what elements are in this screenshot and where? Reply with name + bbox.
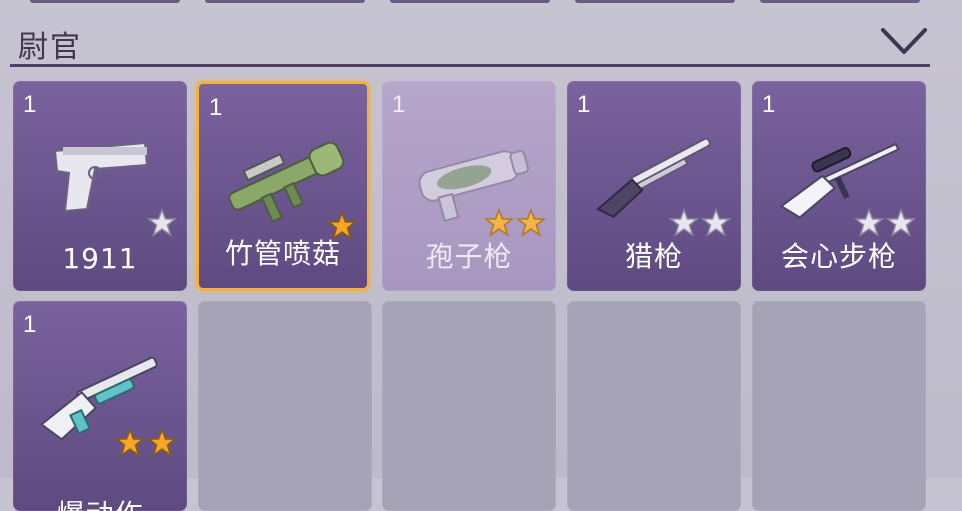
star-icon bbox=[147, 208, 177, 237]
star-icon bbox=[669, 208, 699, 237]
rarity-stars bbox=[484, 208, 546, 238]
empty-slot bbox=[382, 301, 556, 511]
star-icon bbox=[484, 208, 514, 237]
weapon-name: 会心步枪 bbox=[780, 240, 897, 273]
rarity-stars bbox=[115, 428, 177, 458]
rarity-stars bbox=[669, 208, 731, 238]
star-icon bbox=[886, 208, 916, 237]
rarity-stars bbox=[147, 208, 177, 238]
weapon-card-sniper-rifle[interactable]: 1 会心步枪 bbox=[752, 81, 926, 291]
rarity-stars bbox=[854, 208, 916, 238]
item-count: 1 bbox=[762, 91, 776, 118]
star-icon bbox=[115, 428, 145, 457]
section-title: 尉官 bbox=[18, 30, 82, 65]
weapon-card-hunting-shotgun[interactable]: 1 猎枪 bbox=[567, 81, 741, 291]
item-count: 1 bbox=[392, 91, 406, 118]
item-count: 1 bbox=[23, 311, 37, 338]
weapon-name: 爆动作 bbox=[13, 493, 187, 511]
empty-slot bbox=[567, 301, 741, 511]
item-count: 1 bbox=[577, 91, 591, 118]
weapon-card-bamboo-launcher[interactable]: 1 竹管喷菇 bbox=[196, 81, 370, 291]
star-icon bbox=[516, 208, 546, 237]
pistol-icon bbox=[53, 141, 149, 213]
star-icon bbox=[854, 208, 884, 237]
item-count: 1 bbox=[209, 94, 223, 121]
weapon-name: 1911 bbox=[62, 242, 138, 275]
weapon-card-spore-gun[interactable]: 1 孢子枪 bbox=[382, 81, 556, 291]
star-icon bbox=[701, 208, 731, 237]
section-header: 尉官 bbox=[10, 14, 930, 67]
top-tab-strip bbox=[0, 0, 962, 4]
weapon-name: 竹管喷菇 bbox=[224, 237, 341, 270]
weapon-card-1911[interactable]: 1 1911 bbox=[13, 81, 187, 291]
weapon-name: 孢子枪 bbox=[425, 240, 513, 273]
star-icon bbox=[147, 428, 177, 457]
empty-slot bbox=[752, 301, 926, 511]
empty-slot bbox=[198, 301, 372, 511]
weapon-card-pump-shotgun[interactable]: 1 爆动作 bbox=[13, 301, 187, 511]
weapon-name: 猎枪 bbox=[624, 240, 683, 273]
chevron-down-icon[interactable] bbox=[880, 24, 928, 58]
item-count: 1 bbox=[23, 91, 37, 118]
